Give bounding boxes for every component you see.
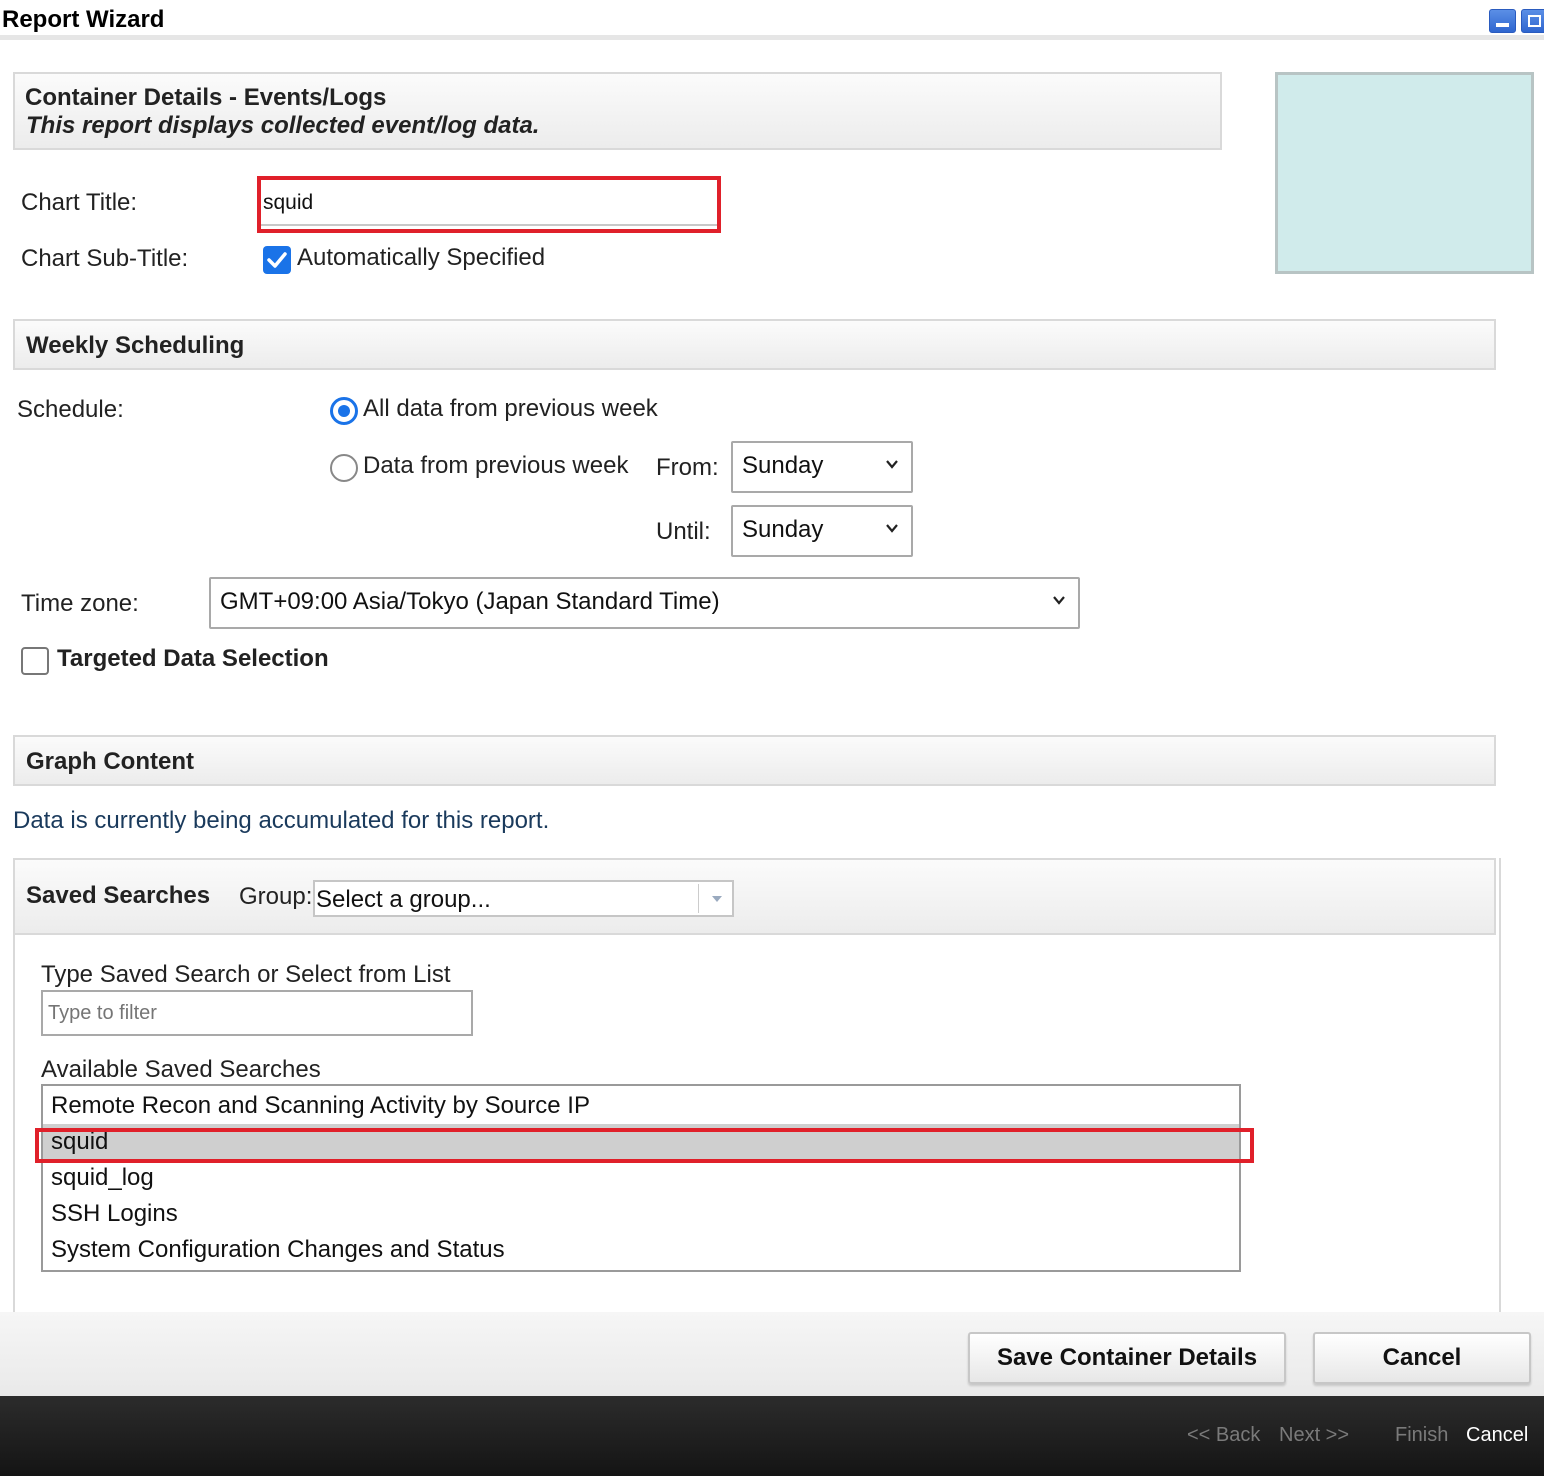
schedule-label: Schedule: [17, 396, 124, 423]
chart-preview [1275, 72, 1534, 274]
available-searches-label: Available Saved Searches [41, 1056, 321, 1083]
list-item[interactable]: System Configuration Changes and Status [43, 1232, 1239, 1268]
radio-range-data[interactable] [330, 454, 358, 482]
targeted-data-checkbox[interactable] [21, 647, 49, 675]
checkmark-icon [267, 252, 287, 268]
weekly-scheduling-header: Weekly Scheduling [13, 319, 1496, 370]
chart-title-value: squid [263, 191, 314, 214]
saved-search-list[interactable]: Remote Recon and Scanning Activity by So… [41, 1084, 1241, 1272]
chart-title-input[interactable]: squid [261, 180, 717, 226]
minimize-icon [1496, 23, 1509, 27]
auto-specified-label: Automatically Specified [297, 244, 546, 271]
save-container-button[interactable]: Save Container Details [968, 1332, 1286, 1384]
chart-title-label: Chart Title: [21, 189, 138, 216]
targeted-data-label: Targeted Data Selection [57, 645, 329, 672]
timezone-value: GMT+09:00 Asia/Tokyo (Japan Standard Tim… [220, 588, 720, 615]
auto-specified-checkbox[interactable] [263, 246, 291, 274]
until-day-select[interactable]: Sunday [731, 505, 913, 557]
timezone-select[interactable]: GMT+09:00 Asia/Tokyo (Japan Standard Tim… [209, 577, 1080, 629]
wizard-next-link[interactable]: Next >> [1279, 1424, 1349, 1447]
radio-all-data[interactable] [330, 397, 358, 425]
container-details-header: Container Details - Events/Logs This rep… [13, 72, 1222, 150]
maximize-icon [1528, 15, 1541, 27]
wizard-footer: << Back Next >> Finish Cancel [0, 1396, 1544, 1476]
until-label: Until: [656, 518, 711, 545]
chevron-down-icon [1053, 596, 1065, 605]
graph-status-text: Data is currently being accumulated for … [13, 807, 550, 834]
timezone-label: Time zone: [21, 590, 139, 617]
weekly-heading: Weekly Scheduling [26, 332, 245, 359]
wizard-finish-link[interactable]: Finish [1395, 1424, 1448, 1447]
graph-content-header: Graph Content [13, 735, 1496, 786]
radio-range-data-label: Data from previous week [363, 452, 629, 479]
group-select-value: Select a group... [316, 886, 491, 913]
list-item[interactable]: SSH Logins [43, 1196, 1239, 1232]
until-day-value: Sunday [742, 516, 824, 543]
selected-item-highlight [35, 1128, 1254, 1163]
filter-label: Type Saved Search or Select from List [41, 961, 451, 988]
group-label: Group: [239, 883, 313, 910]
window-title: Report Wizard [2, 6, 165, 33]
maximize-button[interactable] [1521, 9, 1544, 33]
chart-subtitle-label: Chart Sub-Title: [21, 245, 189, 272]
chevron-down-icon [886, 524, 898, 533]
dropdown-arrow-icon [712, 896, 722, 902]
window-titlebar: Report Wizard [0, 0, 1544, 40]
list-item[interactable]: Remote Recon and Scanning Activity by So… [43, 1088, 1239, 1124]
wizard-cancel-link[interactable]: Cancel [1466, 1424, 1528, 1447]
action-bar: Save Container Details Cancel [0, 1312, 1544, 1396]
group-select-divider [698, 884, 699, 913]
from-label: From: [656, 454, 719, 481]
group-select[interactable]: Select a group... [313, 880, 734, 917]
list-item[interactable]: squid_log [43, 1160, 1239, 1196]
saved-searches-header: Saved Searches Group: Select a group... [13, 858, 1496, 935]
cancel-button[interactable]: Cancel [1313, 1332, 1531, 1384]
filter-input[interactable] [41, 990, 473, 1036]
minimize-button[interactable] [1489, 9, 1516, 33]
from-day-select[interactable]: Sunday [731, 441, 913, 493]
wizard-back-link[interactable]: << Back [1187, 1424, 1260, 1447]
chevron-down-icon [886, 460, 898, 469]
from-day-value: Sunday [742, 452, 824, 479]
radio-all-data-label: All data from previous week [363, 395, 658, 422]
saved-searches-heading: Saved Searches [26, 882, 211, 909]
container-heading: Container Details - Events/Logs [25, 84, 387, 111]
container-description: This report displays collected event/log… [26, 112, 540, 139]
graph-heading: Graph Content [26, 748, 194, 775]
